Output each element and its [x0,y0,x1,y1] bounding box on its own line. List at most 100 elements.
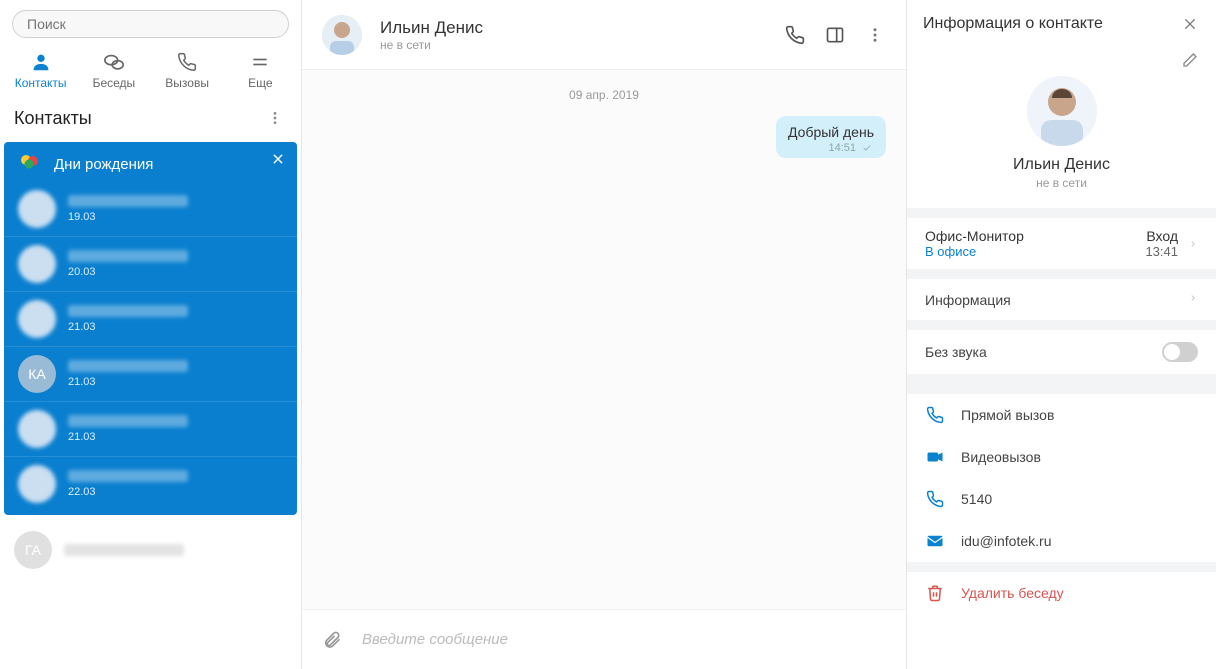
login-label: Вход [1145,228,1178,244]
phone-icon [925,406,945,424]
chat-pane: Ильин Денис не в сети 09 апр. 2019 Добры… [302,0,906,669]
birthday-date: 21.03 [68,431,188,443]
blurred-name [68,360,188,372]
blurred-name [68,195,188,207]
video-icon [925,448,945,466]
birthday-date: 19.03 [68,211,188,223]
avatar [18,465,56,503]
chat-contact-status: не в сети [380,38,483,52]
call-button[interactable] [784,24,806,46]
profile-name: Ильин Денис [907,156,1216,174]
check-icon [860,143,874,153]
birthday-close-button[interactable] [269,150,287,168]
birthday-item[interactable]: 19.03 [4,182,297,236]
chat-more-button[interactable] [864,24,886,46]
birthday-date: 22.03 [68,486,188,498]
extension-action[interactable]: 5140 [907,478,1216,520]
avatar [18,410,56,448]
blurred-name [68,470,188,482]
tab-calls[interactable]: Вызовы [151,50,224,90]
mute-toggle[interactable] [1162,342,1198,362]
email-action[interactable]: idu@infotek.ru [907,520,1216,562]
birthday-item[interactable]: 20.03 [4,236,297,291]
actions-group: Прямой вызов Видеовызов 5140 idu@infotek… [907,384,1216,572]
email-label: idu@infotek.ru [961,533,1051,549]
date-divider: 09 апр. 2019 [322,88,886,102]
attach-button[interactable] [322,630,342,650]
login-time: 13:41 [1145,244,1178,259]
info-close-button[interactable] [1180,14,1200,34]
info-header: Информация о контакте [907,0,1216,48]
video-call-action[interactable]: Видеовызов [907,436,1216,478]
birthday-item[interactable]: КА 21.03 [4,346,297,401]
office-monitor-label: Офис-Монитор [925,228,1024,244]
profile-status: не в сети [907,176,1216,190]
birthday-title: Дни рождения [54,156,153,173]
chat-contact-name: Ильин Денис [380,18,483,38]
phone-icon [925,490,945,508]
chat-body: 09 апр. 2019 Добрый день 14:51 [302,70,906,609]
more-icon [224,50,297,74]
tab-contacts-label: Контакты [15,76,67,90]
tab-contacts[interactable]: Контакты [4,50,77,90]
chat-input-bar [302,609,906,669]
direct-call-action[interactable]: Прямой вызов [907,394,1216,436]
blurred-name [64,544,184,556]
section-title: Контакты [14,108,92,129]
birthday-item[interactable]: 21.03 [4,401,297,456]
mute-label: Без звука [925,344,987,360]
sidebar-toggle-button[interactable] [824,24,846,46]
outgoing-message[interactable]: Добрый день 14:51 [776,116,886,158]
avatar: КА [18,355,56,393]
blurred-name [68,305,188,317]
profile-block: Ильин Денис не в сети [907,70,1216,218]
office-monitor-row[interactable]: Офис-Монитор В офисе Вход 13:41 [907,218,1216,279]
message-input[interactable] [362,631,886,648]
message-time: 14:51 [828,142,856,154]
tab-more-label: Еще [248,76,272,90]
chat-avatar[interactable] [322,15,362,55]
birthday-date: 21.03 [68,376,188,388]
blurred-name [68,415,188,427]
office-status: В офисе [925,244,1024,259]
information-row[interactable]: Информация [907,279,1216,330]
tabs-row: Контакты Беседы Вызовы Еще [0,44,301,100]
section-more-button[interactable] [263,106,287,130]
birthday-date: 20.03 [68,266,188,278]
contact-item[interactable]: ГА [0,521,301,579]
birthday-item[interactable]: 21.03 [4,291,297,346]
avatar [18,245,56,283]
birthday-card: Дни рождения 19.03 20.03 21.03 [4,142,297,515]
extension-label: 5140 [961,491,992,507]
contact-info-panel: Информация о контакте Ильин Денис не в с… [906,0,1216,669]
contacts-icon [4,50,77,74]
avatar: ГА [14,531,52,569]
search-input[interactable] [12,10,289,38]
tab-chats-label: Беседы [93,76,136,90]
chat-header: Ильин Денис не в сети [302,0,906,70]
birthday-header: Дни рождения [4,142,297,182]
message-time-row: 14:51 [788,142,874,154]
tab-more[interactable]: Еще [224,50,297,90]
birthday-item[interactable]: 22.03 [4,456,297,511]
avatar [18,190,56,228]
chevron-right-icon [1188,237,1198,251]
blurred-name [68,250,188,262]
direct-call-label: Прямой вызов [961,407,1054,423]
avatar [18,300,56,338]
left-sidebar: Контакты Беседы Вызовы Еще Контакты [0,0,302,669]
chats-icon [77,50,150,74]
chevron-right-icon [1188,291,1198,305]
tab-chats[interactable]: Беседы [77,50,150,90]
balloons-icon [18,152,42,176]
birthday-date: 21.03 [68,321,188,333]
email-icon [925,532,945,550]
profile-avatar[interactable] [1027,76,1097,146]
calls-icon [151,50,224,74]
delete-chat-action[interactable]: Удалить беседу [907,572,1216,614]
message-text: Добрый день [788,124,874,140]
mute-row: Без звука [907,330,1216,384]
edit-row [907,48,1216,70]
edit-button[interactable] [1182,52,1200,70]
information-label: Информация [925,292,1011,308]
